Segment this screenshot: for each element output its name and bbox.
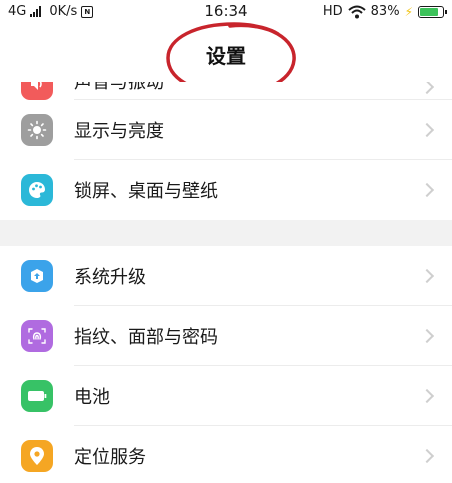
chevron-right-icon <box>419 182 435 198</box>
upgrade-icon <box>21 260 53 292</box>
settings-item-label: 定位服务 <box>74 447 146 468</box>
settings-item-location[interactable]: 定位服务 <box>0 426 452 483</box>
settings-screen: 4G 0K/s N 16:34 HD 83% ⚡ 设置 声音与振动 显示与亮度 … <box>0 0 452 483</box>
settings-item-sound[interactable]: 声音与振动 <box>0 82 452 100</box>
wifi-icon <box>347 5 366 18</box>
chevron-right-icon <box>419 448 435 464</box>
settings-item-display[interactable]: 显示与亮度 <box>0 100 452 160</box>
section-divider <box>0 220 452 246</box>
speaker-icon <box>21 82 53 100</box>
battery-percent: 83% <box>370 4 400 19</box>
settings-item-label: 声音与振动 <box>74 82 164 93</box>
settings-item-label: 系统升级 <box>74 267 146 288</box>
location-icon <box>21 440 53 472</box>
battery-fill <box>420 7 438 16</box>
settings-item-system-upgrade[interactable]: 系统升级 <box>0 246 452 306</box>
settings-item-label: 显示与亮度 <box>74 121 164 142</box>
charging-icon: ⚡ <box>404 4 413 19</box>
settings-item-label: 锁屏、桌面与壁纸 <box>74 181 218 202</box>
battery-status-icon <box>418 5 447 18</box>
chevron-right-icon <box>419 122 435 138</box>
settings-item-battery[interactable]: 电池 <box>0 366 452 426</box>
chevron-right-icon <box>419 268 435 284</box>
hd-indicator: HD <box>322 4 343 19</box>
chevron-right-icon <box>419 82 435 95</box>
settings-item-label: 指纹、面部与密码 <box>74 327 218 348</box>
status-right: HD 83% ⚡ <box>322 4 447 19</box>
chevron-right-icon <box>419 388 435 404</box>
battery-icon <box>21 380 53 412</box>
palette-icon <box>21 174 53 206</box>
settings-list: 声音与振动 显示与亮度 锁屏、桌面与壁纸 系统升级 指纹、面部与密码 电池 定位… <box>0 82 452 483</box>
chevron-right-icon <box>419 328 435 344</box>
fingerprint-icon <box>21 320 53 352</box>
settings-item-label: 电池 <box>74 387 110 408</box>
settings-item-fingerprint[interactable]: 指纹、面部与密码 <box>0 306 452 366</box>
settings-item-lockscreen[interactable]: 锁屏、桌面与壁纸 <box>0 160 452 220</box>
brightness-icon <box>21 114 53 146</box>
status-bar: 4G 0K/s N 16:34 HD 83% ⚡ <box>0 0 452 24</box>
page-title: 设置 <box>206 44 246 68</box>
header: 设置 <box>0 22 452 96</box>
